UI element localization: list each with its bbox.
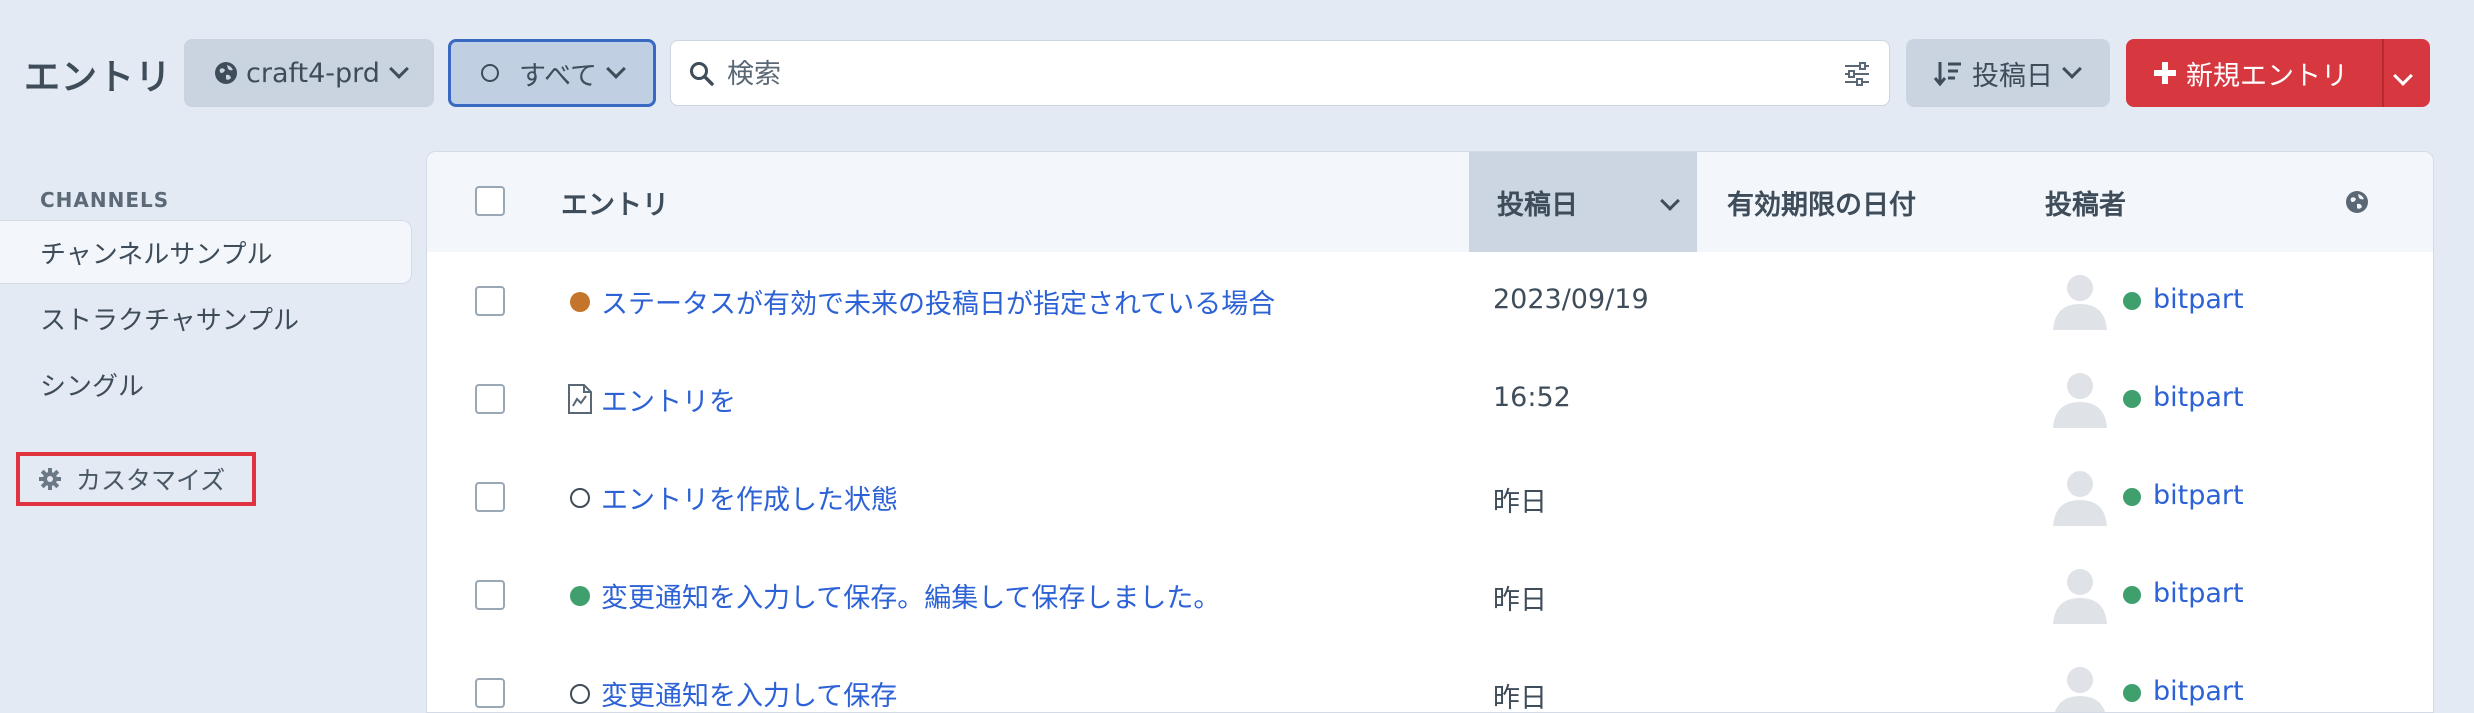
row-checkbox[interactable] bbox=[475, 286, 505, 316]
search-input[interactable] bbox=[725, 47, 1789, 101]
plus-icon bbox=[2154, 62, 2176, 84]
post-date-cell: 昨日 bbox=[1493, 487, 1547, 518]
post-date-cell: 2023/09/19 bbox=[1493, 284, 1649, 315]
sidebar-item-label: シングル bbox=[40, 371, 145, 402]
chevron-down-icon bbox=[1660, 191, 1680, 211]
customize-label: カスタマイズ bbox=[76, 466, 226, 495]
author-link[interactable]: bitpart bbox=[2153, 480, 2244, 511]
status-pending-icon bbox=[570, 292, 590, 312]
search-box bbox=[670, 40, 1890, 106]
sort-icon bbox=[1934, 62, 1961, 87]
gear-icon bbox=[39, 468, 61, 490]
column-header-expiry-date[interactable]: 有効期限の日付 bbox=[1727, 152, 1916, 252]
status-filter-button[interactable]: すべて bbox=[448, 39, 656, 107]
table-row: ステータスが有効で未来の投稿日が指定されている場合 2023/09/19 bit… bbox=[427, 252, 2433, 350]
page-title: エントリ bbox=[24, 57, 173, 98]
entry-title-link[interactable]: エントリを作成した状態 bbox=[601, 478, 898, 517]
new-entry-button[interactable]: 新規エントリ bbox=[2126, 39, 2382, 107]
row-checkbox[interactable] bbox=[475, 384, 505, 414]
avatar-icon bbox=[2053, 373, 2107, 428]
chevron-down-icon bbox=[606, 59, 626, 79]
new-entry-menu-button[interactable] bbox=[2384, 39, 2430, 107]
avatar-icon bbox=[2053, 471, 2107, 526]
author-link[interactable]: bitpart bbox=[2153, 382, 2244, 413]
channels-heading: CHANNELS bbox=[40, 188, 170, 212]
entry-title-link[interactable]: エントリを bbox=[601, 380, 736, 419]
table-row: 変更通知を入力して保存。編集して保存しました。 昨日 bitpart bbox=[427, 546, 2433, 644]
sidebar-item-channel-sample[interactable]: チャンネルサンプル bbox=[0, 220, 412, 284]
chevron-down-icon bbox=[2393, 66, 2413, 86]
author-link[interactable]: bitpart bbox=[2153, 284, 2244, 315]
select-all-checkbox[interactable] bbox=[475, 186, 505, 216]
search-icon bbox=[690, 62, 714, 86]
status-circle-icon bbox=[481, 64, 499, 82]
column-header-author[interactable]: 投稿者 bbox=[2045, 152, 2126, 252]
post-date-cell: 昨日 bbox=[1493, 683, 1547, 713]
status-live-icon bbox=[570, 586, 590, 606]
site-selector-label: craft4-prd bbox=[246, 57, 380, 89]
chevron-down-icon bbox=[389, 59, 409, 79]
entry-title-link[interactable]: 変更通知を入力して保存 bbox=[601, 674, 897, 712]
entry-title-link[interactable]: 変更通知を入力して保存。編集して保存しました。 bbox=[601, 576, 1220, 615]
filter-sliders-icon[interactable] bbox=[1843, 61, 1871, 87]
author-link[interactable]: bitpart bbox=[2153, 676, 2244, 707]
column-header-label: 投稿日 bbox=[1497, 189, 1578, 221]
sidebar-item-single[interactable]: シングル bbox=[0, 352, 412, 416]
row-checkbox[interactable] bbox=[475, 678, 505, 708]
entries-table: エントリ 投稿日 有効期限の日付 投稿者 ステータスが有効で未来の投稿日が指定さ… bbox=[426, 151, 2434, 713]
sidebar-item-label: ストラクチャサンプル bbox=[40, 305, 299, 336]
globe-icon[interactable] bbox=[2345, 190, 2369, 214]
post-date-cell: 昨日 bbox=[1493, 585, 1547, 616]
column-header-title[interactable]: エントリ bbox=[561, 152, 669, 252]
table-row: エントリを作成した状態 昨日 bitpart bbox=[427, 448, 2433, 546]
customize-button[interactable]: カスタマイズ bbox=[16, 452, 256, 506]
globe-icon bbox=[215, 62, 237, 84]
author-status-icon bbox=[2123, 684, 2141, 702]
sort-button[interactable]: 投稿日 bbox=[1906, 39, 2110, 107]
new-entry-label: 新規エントリ bbox=[2186, 60, 2348, 92]
status-disabled-icon bbox=[570, 684, 590, 704]
sidebar-item-label: チャンネルサンプル bbox=[40, 239, 273, 270]
avatar-icon bbox=[2053, 569, 2107, 624]
avatar-icon bbox=[2053, 275, 2107, 330]
author-link[interactable]: bitpart bbox=[2153, 578, 2244, 609]
status-filter-label: すべて bbox=[519, 60, 598, 92]
row-checkbox[interactable] bbox=[475, 580, 505, 610]
button-divider bbox=[2382, 39, 2384, 107]
author-status-icon bbox=[2123, 292, 2141, 310]
row-checkbox[interactable] bbox=[475, 482, 505, 512]
draft-document-icon bbox=[568, 384, 592, 414]
status-disabled-icon bbox=[570, 488, 590, 508]
table-row: エントリを 16:52 bitpart bbox=[427, 350, 2433, 448]
column-header-post-date[interactable]: 投稿日 bbox=[1469, 152, 1697, 252]
author-status-icon bbox=[2123, 586, 2141, 604]
site-selector-button[interactable]: craft4-prd bbox=[184, 39, 434, 107]
author-status-icon bbox=[2123, 390, 2141, 408]
table-row: 変更通知を入力して保存 昨日 bitpart bbox=[427, 644, 2433, 713]
author-status-icon bbox=[2123, 488, 2141, 506]
sort-label: 投稿日 bbox=[1972, 60, 2053, 92]
sidebar-item-structure-sample[interactable]: ストラクチャサンプル bbox=[0, 286, 412, 350]
entry-title-link[interactable]: ステータスが有効で未来の投稿日が指定されている場合 bbox=[601, 282, 1275, 321]
post-date-cell: 16:52 bbox=[1493, 382, 1571, 413]
table-header: エントリ 投稿日 有効期限の日付 投稿者 bbox=[427, 152, 2433, 252]
chevron-down-icon bbox=[2062, 59, 2082, 79]
avatar-icon bbox=[2055, 667, 2105, 712]
